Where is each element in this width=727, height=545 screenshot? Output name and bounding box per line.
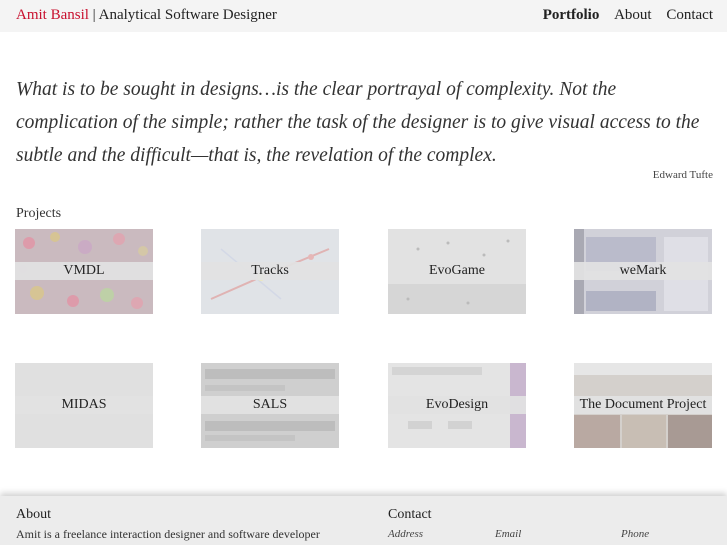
footer-contact-heading: Contact xyxy=(388,507,432,522)
footer-email-label: Email xyxy=(495,528,522,540)
quote-attribution: Edward Tufte xyxy=(652,169,713,181)
footer-about-heading: About xyxy=(16,507,51,522)
footer-about-text: Amit is a freelance interaction designer… xyxy=(16,527,320,541)
design-quote: What is to be sought in designs…is the c… xyxy=(16,79,700,166)
brand-name[interactable]: Amit Bansil xyxy=(16,7,89,23)
project-label[interactable]: Tracks xyxy=(201,261,339,281)
project-tile-evogame[interactable]: EvoGame xyxy=(388,229,526,314)
project-tile-document-project[interactable]: The Document Project xyxy=(574,363,712,448)
project-label[interactable]: EvoGame xyxy=(388,261,526,281)
site-brand[interactable]: Amit Bansil | Analytical Software Design… xyxy=(16,7,277,24)
project-label[interactable]: The Document Project xyxy=(574,395,712,415)
main-nav: Portfolio About Contact xyxy=(532,7,713,24)
project-label[interactable]: MIDAS xyxy=(15,395,153,415)
nav-portfolio[interactable]: Portfolio xyxy=(543,7,600,23)
project-tile-midas[interactable]: MIDAS xyxy=(15,363,153,448)
project-tile-wemark[interactable]: weMark xyxy=(574,229,712,314)
project-label[interactable]: SALS xyxy=(201,395,339,415)
nav-about[interactable]: About xyxy=(614,7,652,23)
footer-address-label: Address xyxy=(388,528,424,540)
page-footer: About Amit is a freelance interaction de… xyxy=(0,496,727,545)
project-tile-vmdl[interactable]: VMDL xyxy=(15,229,153,314)
brand-tagline: Analytical Software Designer xyxy=(98,7,277,23)
project-tile-evodesign[interactable]: EvoDesign xyxy=(388,363,526,448)
project-label[interactable]: EvoDesign xyxy=(388,395,526,415)
projects-heading: Projects xyxy=(16,206,62,221)
footer-phone-label: Phone xyxy=(621,528,650,540)
brand-separator: | xyxy=(92,7,96,23)
nav-contact[interactable]: Contact xyxy=(666,7,713,23)
project-label[interactable]: weMark xyxy=(574,261,712,281)
project-tile-tracks[interactable]: Tracks xyxy=(201,229,339,314)
project-label[interactable]: VMDL xyxy=(15,261,153,281)
project-tile-sals[interactable]: SALS xyxy=(201,363,339,448)
top-bar: Amit Bansil | Analytical Software Design… xyxy=(0,0,727,32)
